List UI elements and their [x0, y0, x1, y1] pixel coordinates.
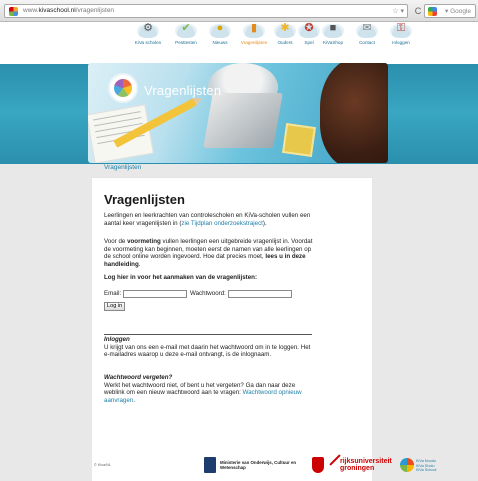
banner-child-face	[320, 63, 388, 163]
kiva-mini-logo[interactable]	[400, 458, 414, 472]
footer-copyright: © Kiva/NL	[94, 463, 112, 467]
forgot-password-title: Wachtwoord vergeten?	[104, 374, 173, 381]
login-form: Email: Wachtwoord: Log in	[104, 290, 324, 311]
news-icon: ●	[216, 22, 224, 34]
banner-paper	[88, 104, 154, 163]
bookmark-star-icon[interactable]: ☆ ▾	[392, 7, 404, 15]
header-banner: Vragenlijsten	[0, 60, 478, 164]
rug-name[interactable]: rijksuniversiteit groningen	[340, 458, 392, 472]
email-field[interactable]	[123, 290, 187, 298]
inloggen-text: U krijgt van ons een e-mail met daarin h…	[104, 343, 311, 359]
tijdplan-link[interactable]: zie Tijdplan onderzoekstraject	[181, 220, 263, 227]
search-placeholder: ▾ Google	[445, 8, 472, 15]
url-text: www.kivaschool.nl/vragenlijsten	[23, 7, 115, 14]
shop-icon: ■	[329, 22, 337, 34]
inloggen-title: Inloggen	[104, 336, 130, 343]
main-navigation: ⚙ KiVa scholen ✔ Pesttesten ● Nieuws ▮ V…	[0, 22, 478, 60]
kiva-logo[interactable]	[108, 73, 138, 103]
kiva-mini-text: KiVa Noodu KiVa Sholu KiVa School	[416, 459, 437, 472]
login-button[interactable]: Log in	[104, 302, 126, 311]
nav-item-vragenlijsten[interactable]: ▮ Vragenlijsten	[237, 22, 271, 58]
password-field[interactable]	[228, 290, 292, 298]
email-label: Email:	[104, 290, 122, 297]
site-favicon-icon	[9, 7, 18, 16]
voormeting-paragraph: Voor de voormeting vullen leerlingen een…	[104, 238, 313, 268]
nav-item-kivashop[interactable]: ■ KiVaShop	[316, 22, 350, 58]
nav-item-nieuws[interactable]: ● Nieuws	[203, 22, 237, 58]
nav-item-contact[interactable]: ✉ Contact	[350, 22, 384, 58]
mail-icon: ✉	[362, 22, 372, 34]
address-bar[interactable]: www.kivaschool.nl/vragenlijsten ☆ ▾	[4, 4, 408, 18]
check-icon: ✔	[181, 22, 191, 34]
school-icon: ⚙	[143, 22, 153, 34]
game-icon: ✪	[304, 22, 314, 34]
parents-icon: ✱	[280, 22, 290, 34]
breadcrumb[interactable]: Vragenlijsten	[104, 164, 141, 171]
ministry-logo[interactable]	[204, 457, 216, 473]
reload-icon[interactable]: C	[412, 5, 424, 17]
search-box[interactable]: ▾ Google	[424, 4, 476, 18]
google-icon	[428, 7, 437, 16]
rug-slash-icon	[329, 454, 341, 466]
nav-item-kiva-scholen[interactable]: ⚙ KiVa scholen	[131, 22, 165, 58]
nav-item-pesttesten[interactable]: ✔ Pesttesten	[169, 22, 203, 58]
footer: © Kiva/NL Ministerie van Onderwijs, Cult…	[92, 449, 392, 481]
ministry-name[interactable]: Ministerie van Onderwijs, Cultuur en Wete…	[220, 460, 310, 470]
banner-laptop	[203, 93, 283, 148]
password-label: Wachtwoord:	[190, 290, 226, 297]
nav-item-inloggen[interactable]: ⚿ Inloggen	[384, 22, 418, 58]
login-prompt: Log hier in voor het aanmaken van de vra…	[104, 274, 258, 281]
intro-paragraph: Leerlingen en leerkrachten van controles…	[104, 212, 311, 227]
banner-title: Vragenlijsten	[144, 83, 222, 98]
login-icon: ⚿	[396, 22, 406, 34]
page-title: Vragenlijsten	[104, 192, 185, 207]
browser-toolbar: www.kivaschool.nl/vragenlijsten ☆ ▾ C ▾ …	[0, 0, 478, 22]
forgot-password-section: Wachtwoord vergeten? Werkt het wachtwoor…	[104, 374, 314, 404]
questionnaire-icon: ▮	[250, 22, 258, 34]
content-panel: Vragenlijsten Leerlingen en leerkrachten…	[92, 178, 372, 449]
rug-seal-icon[interactable]	[312, 457, 324, 473]
banner-book	[282, 123, 316, 157]
banner-image: Vragenlijsten	[88, 63, 388, 163]
divider	[104, 334, 312, 335]
inloggen-section: Inloggen U krijgt van ons een e-mail met…	[104, 336, 314, 359]
